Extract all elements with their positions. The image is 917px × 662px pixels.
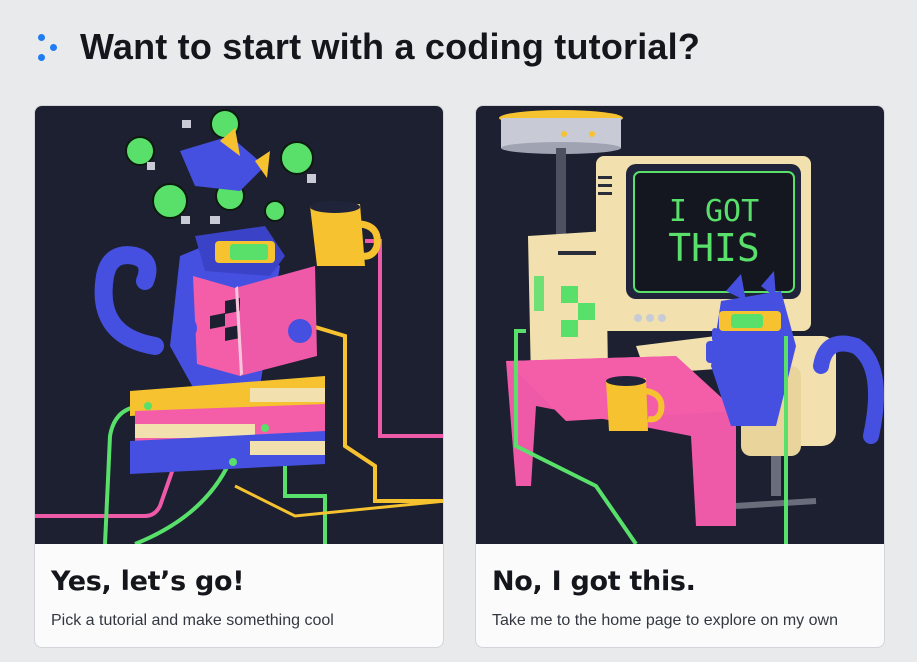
- card-description: Pick a tutorial and make something cool: [51, 612, 334, 629]
- cat-reading-book-illustration: [35, 106, 443, 544]
- cat-at-computer-illustration: I GOT THIS: [476, 106, 884, 544]
- card-body: No, I got this. Take me to the home page…: [476, 544, 884, 647]
- page-title: Want to start with a coding tutorial?: [80, 26, 701, 67]
- card-title: No, I got this.: [492, 566, 696, 597]
- tutorial-no-card[interactable]: I GOT THIS No, I got this. Take me to th…: [475, 105, 885, 648]
- screen-text-line-1: I GOT: [669, 194, 759, 229]
- card-description: Take me to the home page to explore on m…: [492, 612, 838, 629]
- three-dots-logo-icon: [36, 30, 62, 64]
- tutorial-yes-card[interactable]: Yes, let’s go! Pick a tutorial and make …: [34, 105, 444, 648]
- card-body: Yes, let’s go! Pick a tutorial and make …: [35, 544, 443, 647]
- page-header: Want to start with a coding tutorial?: [36, 22, 700, 72]
- card-title: Yes, let’s go!: [51, 566, 245, 597]
- screen-text-line-2: THIS: [668, 226, 760, 270]
